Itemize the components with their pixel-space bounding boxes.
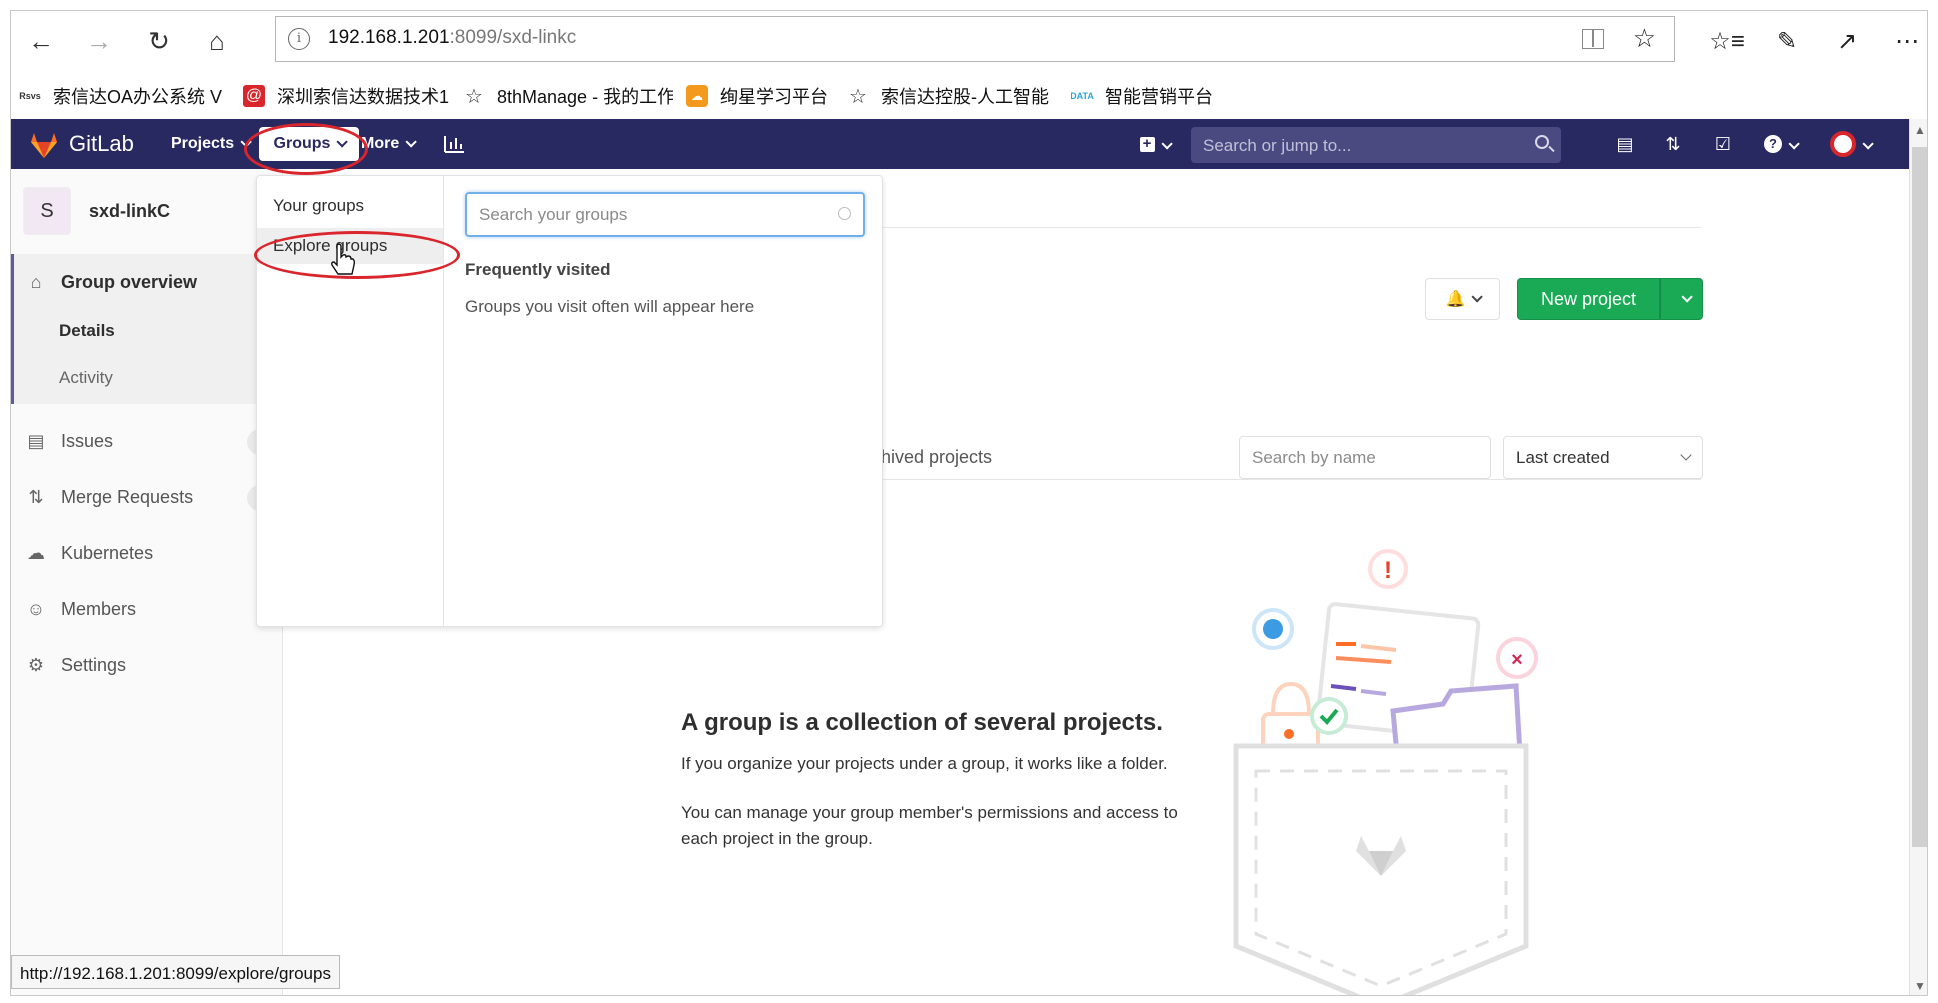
empty-state-text: If you organize your projects under a gr…: [681, 754, 1168, 773]
sidebar-item-details[interactable]: Details: [59, 321, 115, 341]
divider: [881, 479, 1701, 480]
scroll-up-icon[interactable]: ▲: [1914, 123, 1926, 137]
nav-projects[interactable]: Projects: [171, 135, 248, 153]
favorite-item[interactable]: ☆ 8thManage - 我的工作: [463, 83, 673, 109]
share-icon[interactable]: ↗: [1825, 23, 1869, 59]
new-project-button[interactable]: New project: [1517, 278, 1660, 320]
favorite-star-icon[interactable]: ☆: [1633, 23, 1656, 54]
pen-icon[interactable]: ✎: [1765, 23, 1809, 59]
scroll-down-icon[interactable]: ▼: [1914, 979, 1926, 993]
info-icon[interactable]: i: [288, 28, 310, 50]
empty-state-title: A group is a collection of several proje…: [681, 709, 1163, 736]
search-icon: [838, 207, 851, 220]
menu-item-your-groups[interactable]: Your groups: [257, 188, 443, 224]
address-bar[interactable]: i 192.168.1.201:8099/sxd-linkc ☆: [275, 16, 1675, 62]
refresh-icon[interactable]: ↻: [137, 21, 181, 61]
help-icon[interactable]: ?: [1757, 131, 1803, 157]
suoxinda-icon: Rsvs: [19, 91, 41, 101]
merge-requests-icon[interactable]: ⇅: [1659, 131, 1687, 157]
cloud-orange-icon: ☁: [686, 85, 708, 107]
page-scrollbar[interactable]: ▲ ▼: [1909, 119, 1927, 995]
nav-more[interactable]: More: [361, 135, 413, 153]
star-outline-icon: ☆: [465, 85, 483, 108]
cloud-icon: ☁: [27, 542, 45, 563]
frequently-visited-empty-note: Groups you visit often will appear here: [465, 297, 755, 316]
chevron-down-icon: [1680, 449, 1692, 461]
gear-icon: ⚙: [27, 654, 45, 675]
home-icon: ⌂: [30, 271, 42, 292]
empty-state-text: You can manage your group member's permi…: [681, 803, 1178, 848]
svg-text:×: ×: [1511, 649, 1523, 671]
global-search-input[interactable]: Search or jump to...: [1191, 127, 1561, 163]
group-sidebar: S sxd-linkC ⌂ Group overview Details Act…: [11, 169, 287, 995]
new-project-dropdown-toggle[interactable]: [1660, 278, 1703, 320]
users-icon: ☺: [26, 598, 46, 619]
sidebar-item-kubernetes[interactable]: ☁ Kubernetes: [25, 538, 153, 568]
gitlab-brand[interactable]: GitLab: [69, 131, 134, 157]
annotation-oval: [244, 123, 368, 175]
bell-icon: 🔔: [1445, 291, 1466, 308]
sort-select[interactable]: Last created: [1503, 436, 1703, 479]
sidebar-item-activity[interactable]: Activity: [59, 368, 113, 388]
empty-groups-illustration: ! ×: [1233, 549, 1538, 995]
search-groups-input[interactable]: Search your groups: [465, 192, 865, 237]
sidebar-item-settings[interactable]: ⚙ Settings: [25, 650, 126, 680]
sidebar-item-group-overview[interactable]: ⌂ Group overview: [25, 267, 197, 297]
gitlab-logo-icon[interactable]: [29, 131, 59, 159]
favorite-item[interactable]: ☁ 绚星学习平台: [686, 83, 846, 109]
sidebar-item-merge-requests[interactable]: ⇅ Merge Requests: [25, 482, 193, 512]
sidebar-item-issues[interactable]: ▤ Issues: [25, 426, 113, 456]
browser-window: ← → ↻ ⌂ i 192.168.1.201:8099/sxd-linkc ☆…: [10, 10, 1928, 996]
issues-icon[interactable]: ▤: [1611, 131, 1639, 157]
back-icon[interactable]: ←: [19, 21, 63, 61]
favorite-item[interactable]: @ 深圳索信达数据技术1: [243, 83, 455, 109]
scroll-thumb[interactable]: [1912, 147, 1927, 847]
home-icon[interactable]: ⌂: [195, 21, 239, 61]
browser-toolbar: ← → ↻ ⌂ i 192.168.1.201:8099/sxd-linkc ☆…: [11, 11, 1927, 73]
user-avatar[interactable]: [1823, 131, 1877, 157]
merge-request-icon: ⇅: [28, 486, 44, 507]
favorites-bar: Rsvs 索信达OA办公系统 V @ 深圳索信达数据技术1 ☆ 8thManag…: [11, 73, 1927, 117]
chevron-down-icon: [1675, 290, 1689, 308]
star-outline-icon: ☆: [849, 85, 867, 108]
address-url[interactable]: 192.168.1.201:8099/sxd-linkc: [328, 27, 576, 49]
hand-cursor-icon: [331, 243, 355, 275]
svg-text:!: !: [1384, 557, 1392, 584]
group-header[interactable]: S sxd-linkC: [23, 187, 170, 235]
at-mail-icon: @: [243, 85, 265, 107]
link-status-bar: http://192.168.1.201:8099/explore/groups: [11, 955, 340, 989]
tab-archived-projects[interactable]: hived projects: [881, 447, 992, 468]
favorite-item[interactable]: DATA 智能营销平台: [1071, 83, 1241, 109]
group-avatar: S: [23, 187, 71, 235]
notification-button[interactable]: 🔔: [1425, 278, 1500, 320]
more-options-icon[interactable]: ⋯: [1885, 23, 1927, 59]
frequently-visited-heading: Frequently visited: [465, 260, 611, 279]
forward-icon[interactable]: →: [77, 21, 121, 61]
favorite-item[interactable]: ☆ 索信达控股-人工智能: [847, 83, 1069, 109]
favorite-item[interactable]: Rsvs 索信达OA办公系统 V: [19, 83, 239, 109]
data-logo-icon: DATA: [1071, 91, 1094, 101]
todos-icon[interactable]: ☑: [1709, 131, 1737, 157]
new-item-icon[interactable]: +: [1131, 131, 1177, 157]
annotation-oval: [254, 231, 460, 279]
search-icon: [1535, 135, 1549, 149]
search-by-name-input[interactable]: Search by name: [1239, 436, 1491, 479]
reading-view-icon[interactable]: [1582, 29, 1604, 49]
favorites-list-icon[interactable]: ☆≡: [1705, 23, 1749, 59]
group-name: sxd-linkC: [89, 200, 171, 221]
sidebar-item-members[interactable]: ☺ Members: [25, 594, 136, 624]
activity-chart-icon[interactable]: [443, 134, 465, 154]
issues-icon: ▤: [27, 430, 45, 451]
divider: [881, 227, 1701, 228]
